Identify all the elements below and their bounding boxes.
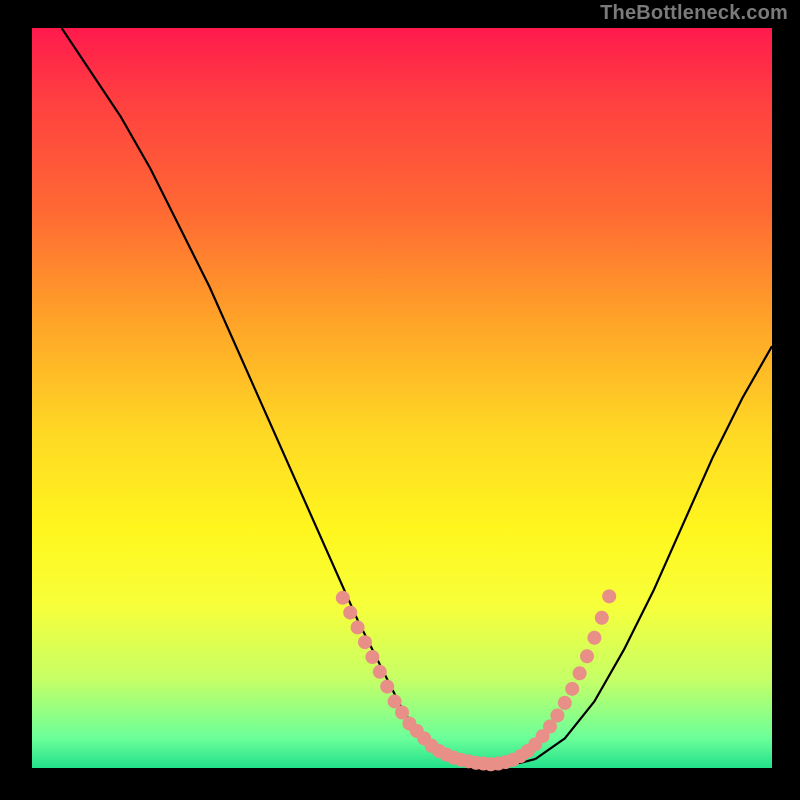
marker-cluster-right — [491, 589, 616, 770]
data-marker — [373, 665, 387, 679]
plot-area — [32, 28, 772, 768]
data-marker — [580, 649, 594, 663]
data-marker — [351, 620, 365, 634]
data-marker — [550, 708, 564, 722]
marker-cluster-left — [336, 591, 498, 772]
data-marker — [343, 606, 357, 620]
data-marker — [565, 682, 579, 696]
data-marker — [365, 650, 379, 664]
attribution-label: TheBottleneck.com — [600, 2, 788, 25]
data-marker — [573, 666, 587, 680]
curve-right — [535, 346, 772, 759]
data-marker — [587, 631, 601, 645]
data-marker — [380, 680, 394, 694]
data-marker — [595, 611, 609, 625]
data-marker — [602, 589, 616, 603]
chart-svg — [32, 28, 772, 768]
curve-left — [62, 28, 462, 762]
data-marker — [558, 696, 572, 710]
data-marker — [336, 591, 350, 605]
chart-frame: TheBottleneck.com — [0, 0, 800, 800]
data-marker — [358, 635, 372, 649]
